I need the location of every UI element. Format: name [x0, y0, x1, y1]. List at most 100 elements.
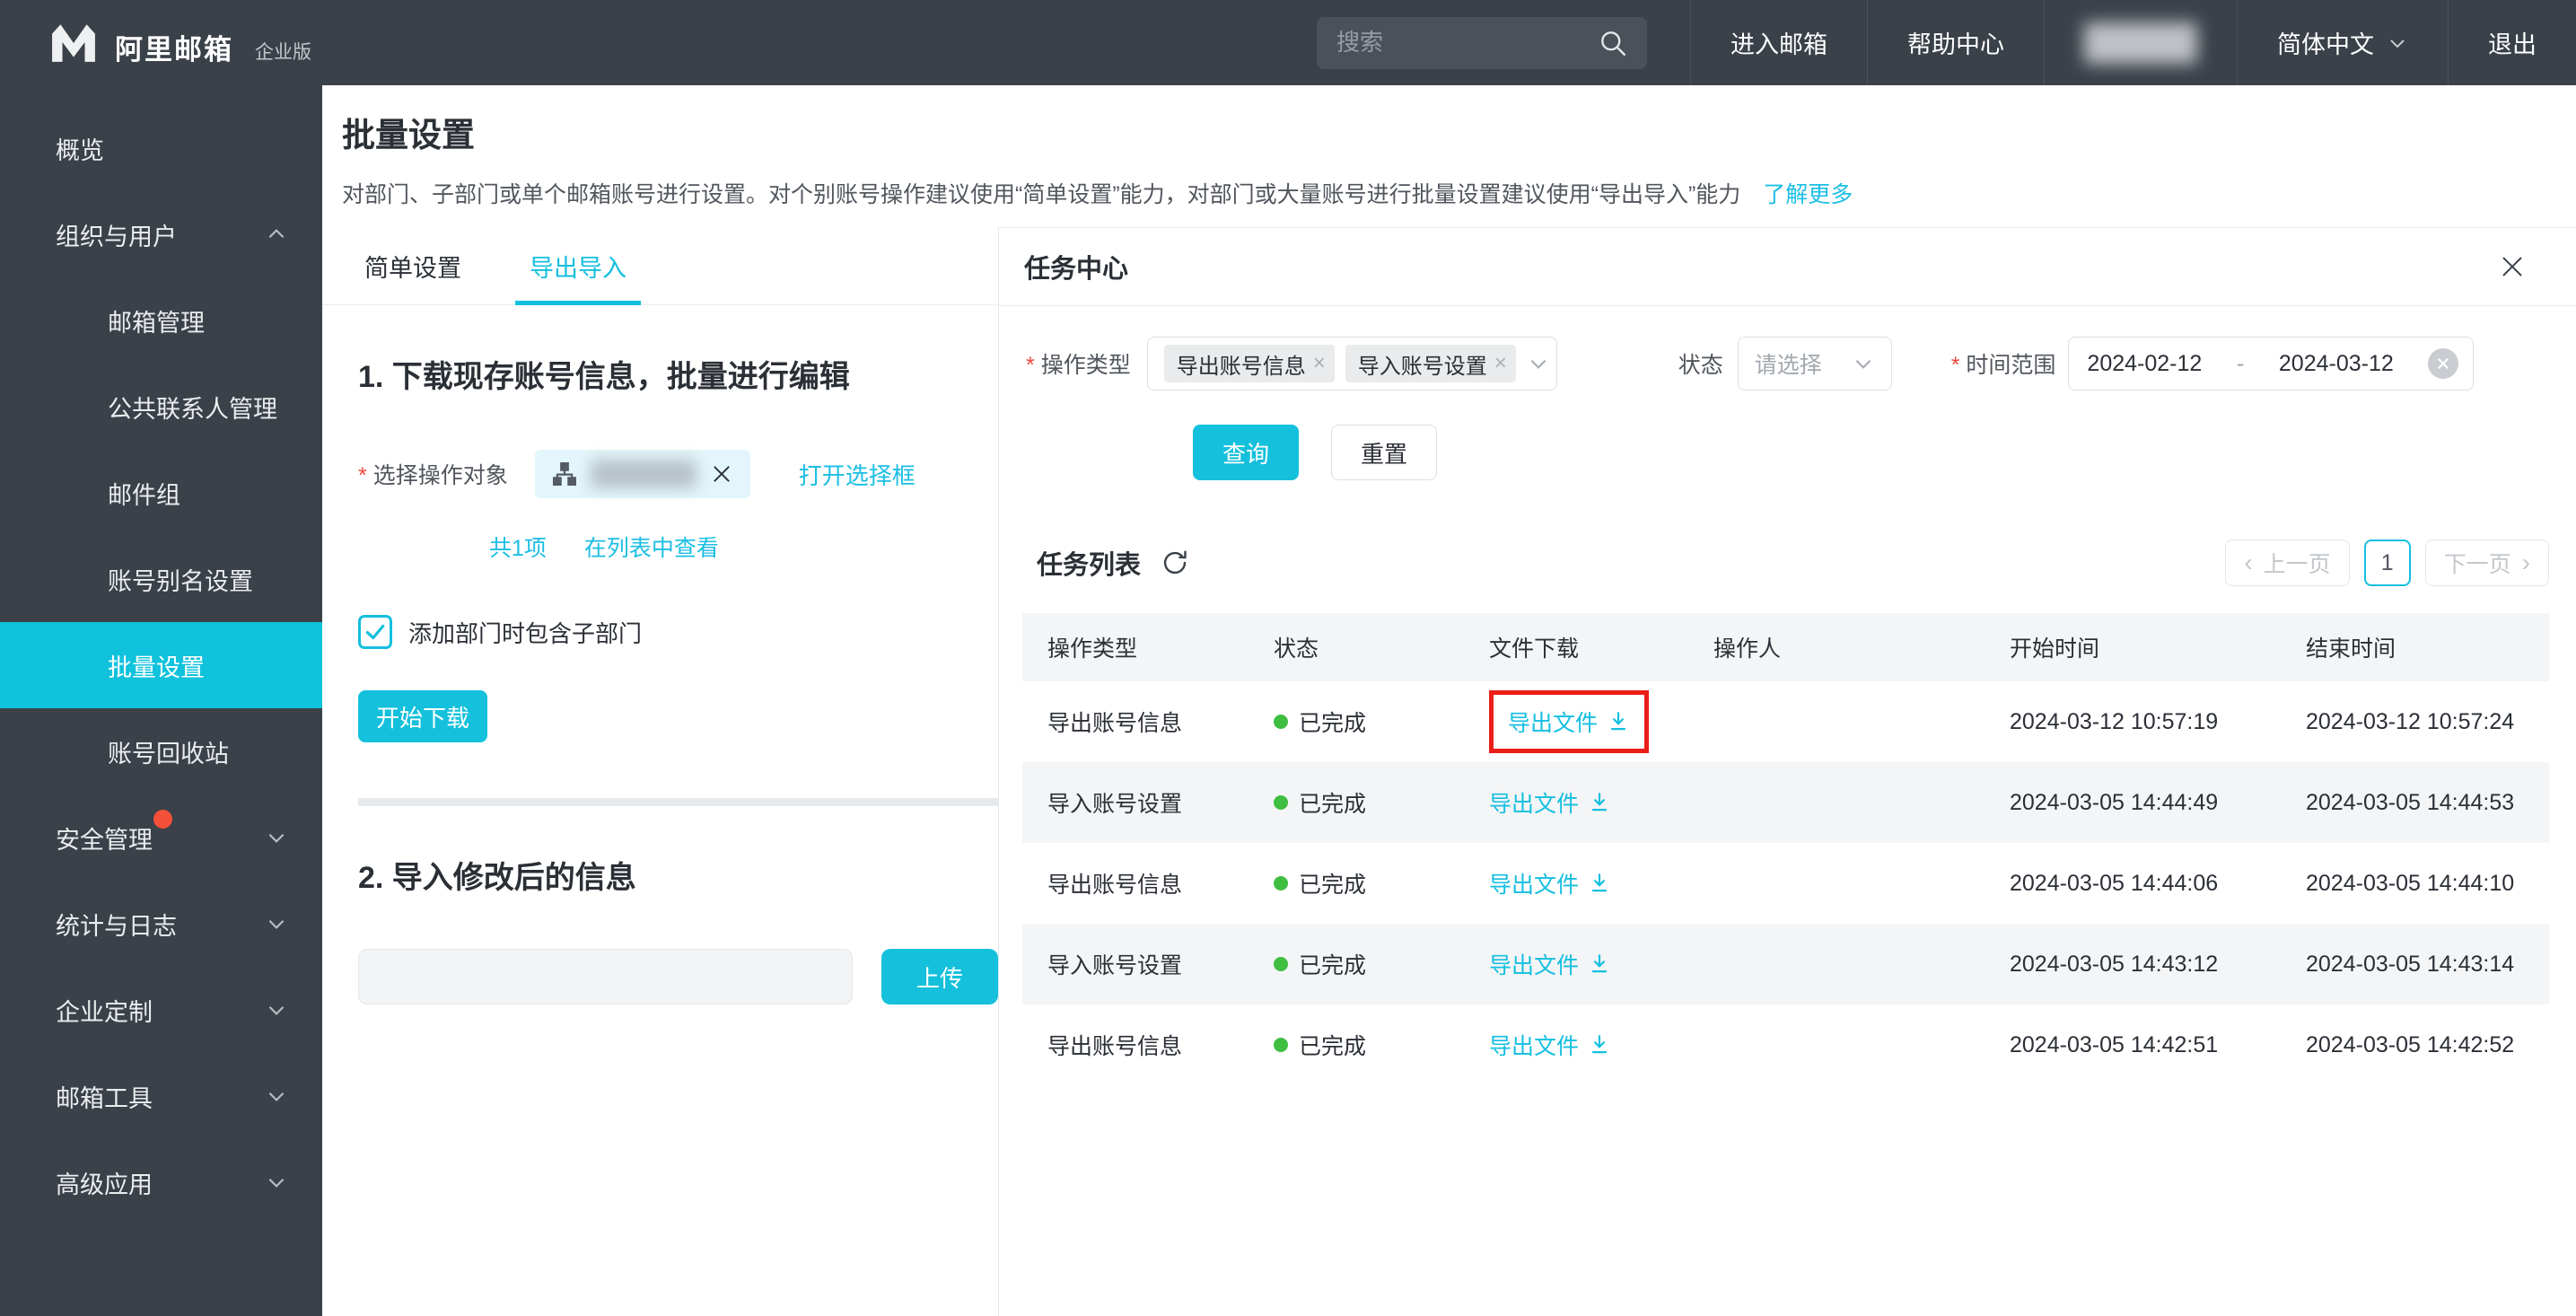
help-center-link[interactable]: 帮助中心 [1867, 0, 2044, 85]
step1-section: 1. 下载现存账号信息，批量进行编辑 选择操作对象 [322, 352, 998, 1005]
sidebar-item-label: 邮件组 [108, 476, 180, 511]
close-icon[interactable] [709, 461, 734, 487]
tab-simple-settings[interactable]: 简单设置 [364, 227, 461, 304]
learn-more-link[interactable]: 了解更多 [1763, 182, 1853, 207]
sidebar-item-label: 企业定制 [56, 993, 153, 1028]
cell-type: 导入账号设置 [1022, 762, 1249, 843]
page-title: 批量设置 [342, 116, 2576, 155]
sidebar-item-stats-logs[interactable]: 统计与日志 [0, 881, 322, 967]
pagination: ‹ 上一页 1 下一页 › [2225, 540, 2549, 586]
status-select[interactable]: 请选择 [1738, 337, 1892, 390]
topbar: 阿里邮箱 企业版 进入邮箱 帮助中心 简体中文 退出 [0, 0, 2576, 85]
sidebar-item-enterprise-custom[interactable]: 企业定制 [0, 967, 322, 1053]
date-to[interactable]: 2024-03-12 [2279, 351, 2394, 377]
sidebar: 概览 组织与用户 邮箱管理 公共联系人管理 邮件组 账号别名设置 批量设置 账号… [0, 85, 322, 1316]
export-file-label: 导出文件 [1489, 867, 1579, 899]
export-file-link[interactable]: 导出文件 [1489, 948, 1611, 980]
date-range-picker[interactable]: 2024-02-12 - 2024-03-12 [2068, 337, 2474, 390]
chevron-down-icon [265, 826, 288, 849]
include-subdept-label[interactable]: 添加部门时包含子部门 [408, 616, 642, 649]
remove-tag-icon[interactable]: × [1494, 353, 1507, 374]
account-menu[interactable] [2044, 0, 2237, 85]
open-selector-link[interactable]: 打开选择框 [799, 458, 916, 491]
search-input[interactable] [1335, 28, 1597, 57]
status-done-dot [1274, 876, 1288, 890]
status-done-dot [1274, 795, 1288, 810]
export-file-label: 导出文件 [1489, 786, 1579, 819]
brand-logo: 阿里邮箱 企业版 [50, 22, 311, 64]
prev-page-button[interactable]: ‹ 上一页 [2225, 540, 2349, 586]
chevron-down-icon [265, 998, 288, 1022]
username-redacted [2084, 22, 2197, 64]
upload-button[interactable]: 上传 [881, 949, 998, 1005]
chevron-down-icon [2387, 32, 2408, 54]
status-text: 已完成 [1299, 867, 1366, 899]
batch-settings-pane: 简单设置 导出导入 1. 下载现存账号信息，批量进行编辑 选择操作对象 [322, 227, 999, 1316]
topbar-search[interactable] [1317, 17, 1647, 69]
export-file-link[interactable]: 导出文件 [1489, 867, 1611, 899]
sidebar-item-label: 安全管理 [56, 827, 153, 854]
query-button[interactable]: 查询 [1193, 425, 1299, 480]
brand-edition: 企业版 [255, 43, 311, 62]
cell-end-time: 2024-03-12 10:57:24 [2281, 681, 2549, 762]
sidebar-item-label: 邮箱管理 [108, 303, 205, 338]
section-divider [358, 798, 998, 806]
upload-file-input[interactable] [358, 949, 853, 1005]
close-icon[interactable] [2499, 253, 2526, 280]
clear-date-icon[interactable] [2428, 348, 2458, 379]
next-page-button[interactable]: 下一页 › [2425, 540, 2549, 586]
type-tag-label: 导出账号信息 [1177, 348, 1306, 380]
sidebar-item-label: 统计与日志 [56, 907, 177, 942]
export-file-link[interactable]: 导出文件 [1489, 786, 1611, 819]
sidebar-item-overview[interactable]: 概览 [0, 105, 322, 191]
sidebar-item-advanced-apps[interactable]: 高级应用 [0, 1139, 322, 1225]
cell-start-time: 2024-03-05 14:42:51 [1985, 1005, 2281, 1085]
cell-start-time: 2024-03-12 10:57:19 [1985, 681, 2281, 762]
task-table: 操作类型 状态 文件下载 操作人 开始时间 结束时间 导出账号信息 [1022, 613, 2549, 1085]
view-in-list-link[interactable]: 在列表中查看 [584, 531, 719, 563]
range-filter-label: 时间范围 [1951, 347, 2056, 380]
chevron-down-icon [265, 1084, 288, 1108]
sidebar-item-org-users[interactable]: 组织与用户 [0, 191, 322, 277]
export-file-link[interactable]: 导出文件 [1508, 706, 1630, 738]
chevron-up-icon [265, 223, 288, 246]
language-selector[interactable]: 简体中文 [2237, 0, 2448, 85]
selected-target-tag[interactable] [535, 450, 750, 498]
download-icon [1588, 952, 1611, 976]
sidebar-item-label: 邮箱工具 [56, 1079, 153, 1114]
current-page-button[interactable]: 1 [2364, 540, 2411, 586]
status-done-dot [1274, 715, 1288, 729]
enter-mailbox-link[interactable]: 进入邮箱 [1690, 0, 1867, 85]
check-icon [364, 620, 387, 644]
date-from[interactable]: 2024-02-12 [2087, 351, 2202, 377]
page-description: 对部门、子部门或单个邮箱账号进行设置。对个别账号操作建议使用“简单设置”能力，对… [342, 177, 2576, 209]
sidebar-item-security[interactable]: 安全管理 [0, 794, 322, 881]
remove-tag-icon[interactable]: × [1313, 353, 1326, 374]
refresh-icon[interactable] [1161, 548, 1189, 577]
table-row: 导出账号信息 已完成 导出文件 [1022, 843, 2549, 924]
task-filters: 操作类型 导出账号信息 × 导入账号设置 × [999, 306, 2576, 480]
sidebar-item-alias-settings[interactable]: 账号别名设置 [0, 536, 322, 622]
next-page-label: 下一页 [2444, 547, 2511, 579]
include-subdept-checkbox[interactable] [358, 615, 392, 649]
type-multiselect[interactable]: 导出账号信息 × 导入账号设置 × [1147, 337, 1557, 390]
table-row: 导入账号设置 已完成 导出文件 [1022, 762, 2549, 843]
chevron-down-icon [1852, 352, 1875, 375]
sidebar-item-account-recycle[interactable]: 账号回收站 [0, 708, 322, 794]
sidebar-item-mailbox-mgmt[interactable]: 邮箱管理 [0, 277, 322, 364]
tab-import-export[interactable]: 导出导入 [530, 227, 626, 304]
sidebar-item-public-contacts[interactable]: 公共联系人管理 [0, 364, 322, 450]
notification-badge [153, 810, 172, 829]
sidebar-item-batch-settings[interactable]: 批量设置 [0, 622, 322, 708]
brand-name: 阿里邮箱 [115, 36, 233, 64]
search-icon[interactable] [1597, 27, 1629, 59]
cell-start-time: 2024-03-05 14:43:12 [1985, 924, 2281, 1005]
cell-type: 导出账号信息 [1022, 681, 1249, 762]
sidebar-item-mail-groups[interactable]: 邮件组 [0, 450, 322, 536]
logout-link[interactable]: 退出 [2448, 0, 2576, 85]
export-file-link[interactable]: 导出文件 [1489, 1029, 1611, 1061]
reset-button[interactable]: 重置 [1331, 425, 1437, 480]
sidebar-item-mail-tools[interactable]: 邮箱工具 [0, 1053, 322, 1139]
download-icon [1588, 791, 1611, 814]
start-download-button[interactable]: 开始下载 [358, 690, 487, 742]
